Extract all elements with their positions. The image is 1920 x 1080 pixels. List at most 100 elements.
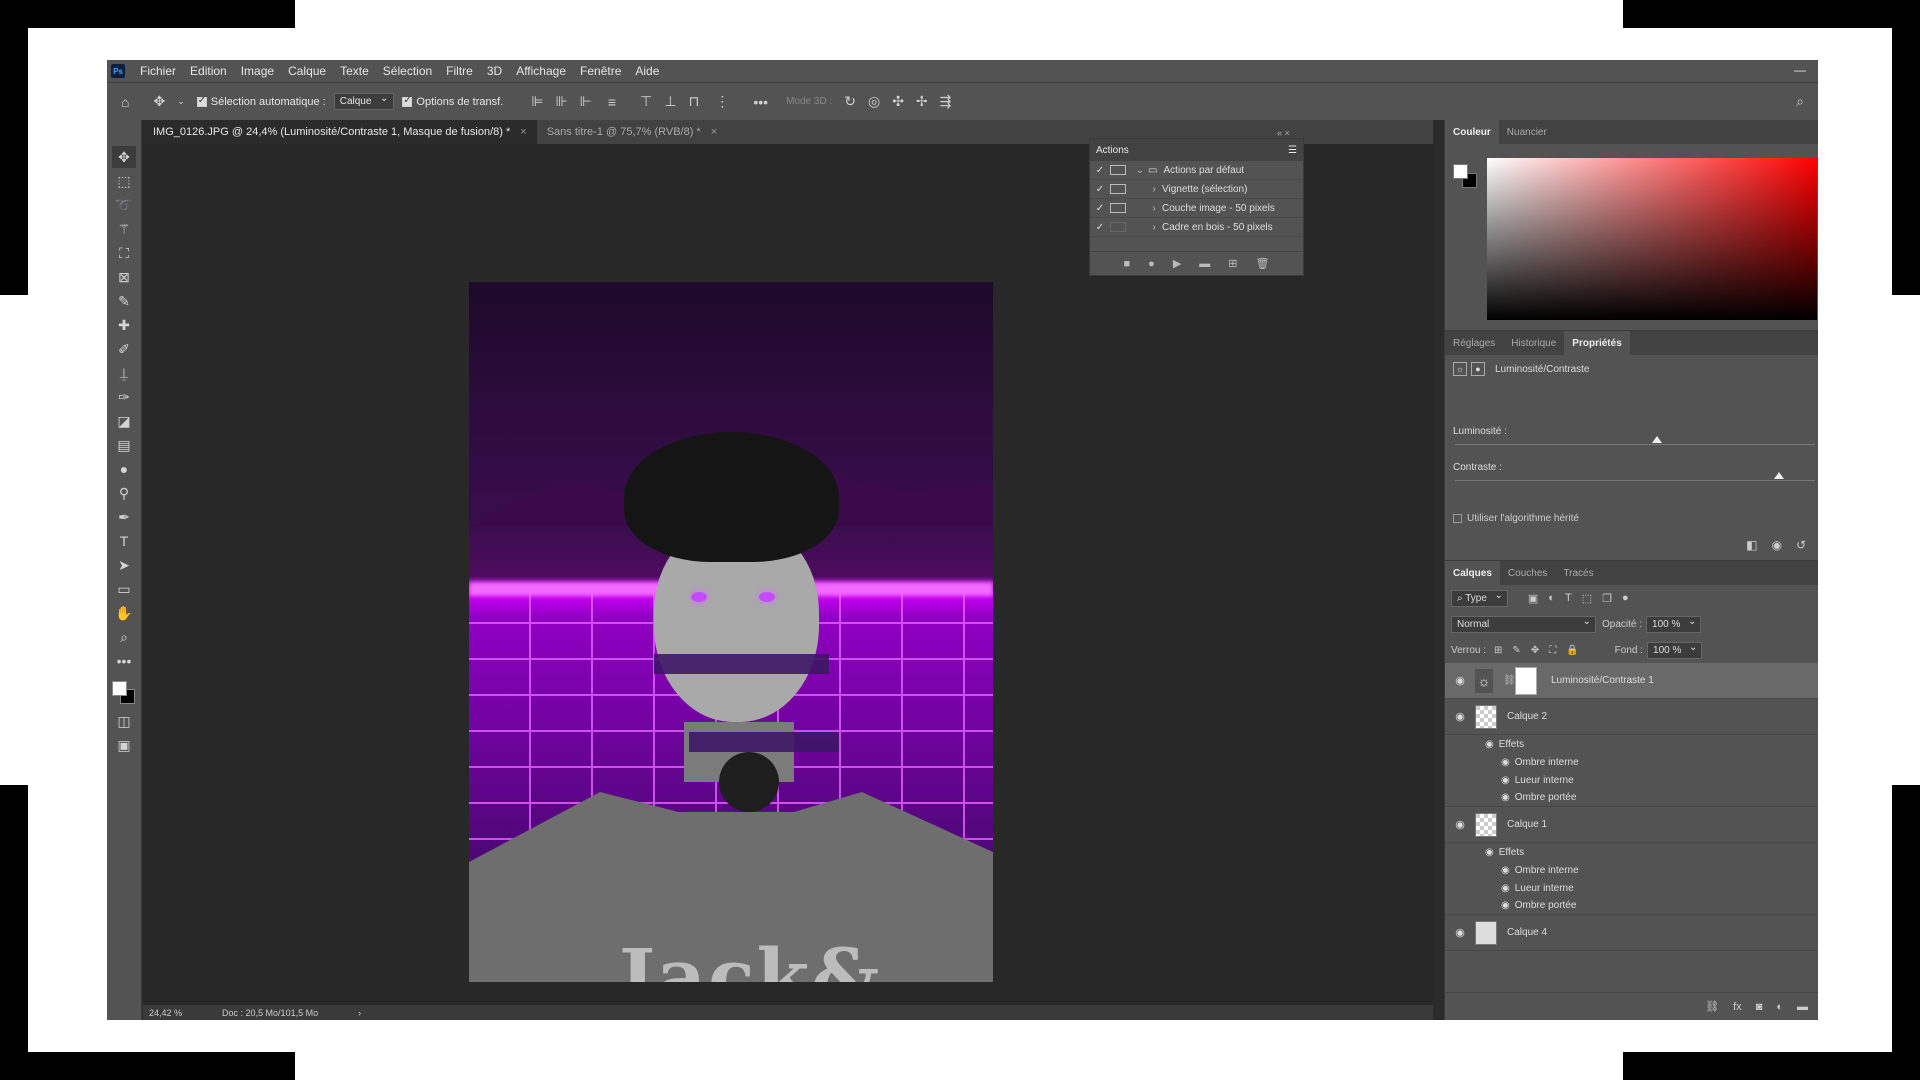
menu-edition[interactable]: Edition bbox=[183, 64, 234, 78]
clip-to-layer-icon[interactable]: ◧ bbox=[1746, 538, 1757, 552]
menu-texte[interactable]: Texte bbox=[333, 64, 376, 78]
3d-roll-icon[interactable]: ◎ bbox=[868, 93, 880, 110]
new-set-icon[interactable]: ▬ bbox=[1199, 258, 1210, 270]
fx-icon[interactable]: fx bbox=[1733, 1001, 1742, 1013]
eye-icon[interactable]: ◉ bbox=[1501, 900, 1510, 911]
check-icon[interactable]: ✓ bbox=[1090, 184, 1110, 195]
layer-row[interactable]: ◉ Calque 2 bbox=[1445, 699, 1818, 735]
collapse-panels-icon[interactable]: « × bbox=[1277, 128, 1290, 138]
eye-icon[interactable]: ◉ bbox=[1445, 710, 1475, 723]
tab-proprietes[interactable]: Propriétés bbox=[1564, 331, 1630, 355]
tab-calques[interactable]: Calques bbox=[1445, 561, 1500, 585]
eye-icon[interactable]: ◉ bbox=[1485, 847, 1494, 858]
adjustment-filter-icon[interactable]: ◐ bbox=[1548, 592, 1555, 605]
visibility-toggle-icon[interactable]: ◉ bbox=[1771, 538, 1781, 552]
menu-3d[interactable]: 3D bbox=[480, 64, 509, 78]
screen-mode-icon[interactable]: ▣ bbox=[112, 734, 136, 756]
eye-icon[interactable]: ◉ bbox=[1501, 865, 1510, 876]
effect-row[interactable]: ◉ Ombre interne bbox=[1445, 753, 1818, 771]
tab-nuancier[interactable]: Nuancier bbox=[1499, 120, 1555, 144]
link-icon[interactable]: ⛓ bbox=[1503, 675, 1516, 686]
fill-field[interactable]: 100 % bbox=[1647, 641, 1703, 659]
play-icon[interactable]: ▶ bbox=[1173, 257, 1181, 270]
crop-tool-icon[interactable]: ⛶ bbox=[112, 242, 136, 264]
eye-icon[interactable]: ◉ bbox=[1501, 757, 1510, 768]
minimize-button[interactable]: — bbox=[1794, 63, 1806, 77]
tab-couleur[interactable]: Couleur bbox=[1445, 120, 1499, 144]
dialog-toggle-icon[interactable] bbox=[1110, 184, 1126, 194]
hand-tool-icon[interactable]: ✋ bbox=[112, 602, 136, 624]
tab-couches[interactable]: Couches bbox=[1500, 561, 1555, 585]
color-swatches[interactable] bbox=[110, 679, 138, 709]
more-tools-icon[interactable]: ••• bbox=[112, 650, 136, 672]
eyedropper-tool-icon[interactable]: ✎ bbox=[112, 290, 136, 312]
effect-row[interactable]: ◉ Ombre interne bbox=[1445, 861, 1818, 879]
trash-icon[interactable]: 🗑 bbox=[1256, 257, 1270, 270]
close-icon[interactable]: × bbox=[520, 126, 526, 138]
chevron-right-icon[interactable]: › bbox=[1146, 184, 1162, 195]
pen-tool-icon[interactable]: ✒ bbox=[112, 506, 136, 528]
menu-fenetre[interactable]: Fenêtre bbox=[573, 64, 628, 78]
move-tool-icon[interactable]: ✥ bbox=[153, 93, 165, 110]
auto-select-dropdown[interactable]: Calque bbox=[333, 93, 395, 110]
menu-aide[interactable]: Aide bbox=[628, 64, 666, 78]
new-group-icon[interactable]: ▬ bbox=[1797, 1001, 1808, 1013]
dialog-toggle-icon[interactable] bbox=[1110, 165, 1126, 175]
healing-brush-tool-icon[interactable]: ✚ bbox=[112, 314, 136, 336]
shape-filter-icon[interactable]: ⬚ bbox=[1582, 592, 1592, 605]
checkbox-icon[interactable] bbox=[1453, 514, 1462, 523]
panel-menu-icon[interactable]: ☰ bbox=[1288, 145, 1297, 156]
distribute-vertical-icon[interactable]: ⋮ bbox=[715, 93, 729, 110]
tab-img-0126[interactable]: IMG_0126.JPG @ 24,4% (Luminosité/Contras… bbox=[143, 120, 537, 144]
tab-traces[interactable]: Tracés bbox=[1555, 561, 1601, 585]
align-top-icon[interactable]: ⊤ bbox=[640, 93, 652, 110]
filter-toggle-icon[interactable]: ● bbox=[1622, 592, 1629, 605]
menu-calque[interactable]: Calque bbox=[281, 64, 333, 78]
eye-icon[interactable]: ◉ bbox=[1501, 792, 1510, 803]
menu-selection[interactable]: Sélection bbox=[376, 64, 439, 78]
align-bottom-icon[interactable]: ⊓ bbox=[688, 93, 699, 110]
distribute-icon[interactable]: ≡ bbox=[608, 94, 616, 110]
layer-row[interactable]: ◉ Calque 1 bbox=[1445, 807, 1818, 843]
action-row[interactable]: ✓ ⌄ ▭ Actions par défaut bbox=[1090, 161, 1303, 180]
stop-icon[interactable]: ■ bbox=[1124, 258, 1131, 270]
type-filter-icon[interactable]: T bbox=[1565, 592, 1572, 605]
record-icon[interactable]: ● bbox=[1148, 258, 1155, 270]
contrast-slider[interactable] bbox=[1455, 472, 1815, 481]
effect-row[interactable]: ◉ Lueur interne bbox=[1445, 771, 1818, 789]
quick-mask-icon[interactable]: ◫ bbox=[112, 710, 136, 732]
zoom-tool-icon[interactable]: ⌕ bbox=[112, 626, 136, 648]
eye-icon[interactable]: ◉ bbox=[1445, 818, 1475, 831]
tab-reglages[interactable]: Réglages bbox=[1445, 331, 1503, 355]
image-filter-icon[interactable]: ▣ bbox=[1528, 592, 1538, 605]
history-brush-tool-icon[interactable]: ✑ bbox=[112, 386, 136, 408]
eye-icon[interactable]: ◉ bbox=[1485, 739, 1494, 750]
foreground-color[interactable] bbox=[1453, 164, 1468, 179]
smart-object-filter-icon[interactable]: ❐ bbox=[1602, 592, 1612, 605]
gradient-tool-icon[interactable]: ▤ bbox=[112, 434, 136, 456]
chevron-down-icon[interactable]: ⌄ bbox=[1132, 165, 1148, 176]
home-icon[interactable]: ⌂ bbox=[121, 94, 129, 110]
effect-row[interactable]: ◉ Lueur interne bbox=[1445, 879, 1818, 897]
eye-icon[interactable]: ◉ bbox=[1445, 674, 1475, 687]
eye-icon[interactable]: ◉ bbox=[1445, 926, 1475, 939]
rectangle-tool-icon[interactable]: ▭ bbox=[112, 578, 136, 600]
menu-fichier[interactable]: Fichier bbox=[133, 64, 183, 78]
align-left-icon[interactable]: ⊫ bbox=[531, 93, 543, 110]
effects-row[interactable]: ◉ Effets bbox=[1445, 843, 1818, 861]
menu-affichage[interactable]: Affichage bbox=[509, 64, 573, 78]
lock-position-icon[interactable]: ✥ bbox=[1531, 645, 1539, 656]
reset-icon[interactable]: ↺ bbox=[1796, 538, 1806, 552]
check-icon[interactable]: ✓ bbox=[1090, 222, 1110, 233]
effect-row[interactable]: ◉ Ombre portée bbox=[1445, 897, 1818, 915]
brightness-slider[interactable] bbox=[1455, 436, 1815, 445]
lock-paint-icon[interactable]: ✎ bbox=[1512, 645, 1520, 656]
marquee-tool-icon[interactable]: ⬚ bbox=[112, 170, 136, 192]
blur-tool-icon[interactable]: ● bbox=[112, 458, 136, 480]
chevron-right-icon[interactable]: › bbox=[1146, 222, 1162, 233]
eye-icon[interactable]: ◉ bbox=[1501, 775, 1510, 786]
check-icon[interactable]: ✓ bbox=[1090, 203, 1110, 214]
opacity-field[interactable]: 100 % bbox=[1646, 615, 1702, 633]
action-row[interactable]: ✓ › Cadre en bois - 50 pixels bbox=[1090, 218, 1303, 237]
3d-slide-icon[interactable]: ✢ bbox=[916, 93, 928, 110]
